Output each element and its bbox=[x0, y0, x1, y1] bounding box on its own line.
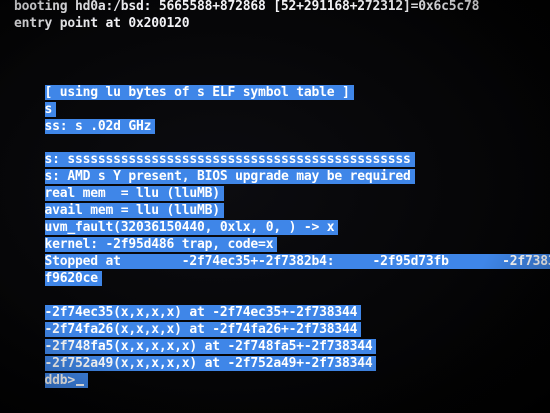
console-line-avail-mem: avail mem = llu (lluMB) bbox=[14, 185, 224, 218]
console-line-cpu-speed: ss: s .02d GHz bbox=[14, 101, 156, 134]
console-line-trace-2: -2f74fa26(x,x,x,x) at -2f74fa26+-2f73834… bbox=[14, 304, 362, 337]
console-line-uvm-fault: uvm_fault(32036150440, 0xlx, 0, ) -> x bbox=[14, 202, 339, 235]
console-line-bios-warning: s: AMD s Y present, BIOS upgrade may be … bbox=[14, 151, 415, 184]
console-line-trace-4: -2f752a49(x,x,x,x,x) at -2f752a49+-2f738… bbox=[14, 338, 377, 371]
ddb-prompt-line[interactable]: ddb> bbox=[14, 355, 89, 388]
console-line-symbol-table: [ using lu bytes of s ELF symbol table ] bbox=[14, 67, 354, 100]
console-line-cpu-string: s: sssssssssssssssssssssssssssssssssssss… bbox=[14, 134, 415, 167]
ddb-prompt: ddb> bbox=[44, 373, 89, 388]
console-line-s: s bbox=[14, 84, 57, 117]
console-line-continuation: f9620ce bbox=[14, 253, 102, 286]
console-line-trace-3: -2f748fa5(x,x,x,x,x) at -2f748fa5+-2f738… bbox=[14, 321, 377, 354]
highlighted-text: Stopped at -2f74ec35+-2f7382b4: -2f95d73… bbox=[44, 254, 550, 269]
highlighted-text: f9620ce bbox=[44, 271, 102, 286]
console-screen: booting hd0a:/bsd: 5665588+872868 [52+29… bbox=[0, 0, 550, 413]
entry-point-line: entry point at 0x200120 bbox=[14, 16, 190, 31]
text-cursor bbox=[76, 384, 85, 386]
highlighted-text: [ using lu bytes of s ELF symbol table ] bbox=[44, 85, 354, 100]
console-line-kernel-trap: kernel: -2f95d486 trap, code=x bbox=[14, 219, 278, 252]
console-line-trace-1: -2f74ec35(x,x,x,x) at -2f74ec35+-2f73834… bbox=[14, 287, 362, 320]
console-line-real-mem: real mem = llu (lluMB) bbox=[14, 168, 224, 201]
console-line-stopped-at: Stopped at -2f74ec35+-2f7382b4: -2f95d73… bbox=[14, 236, 550, 269]
highlighted-text: -2f752a49(x,x,x,x,x) at -2f752a49+-2f738… bbox=[44, 356, 377, 371]
highlighted-text: ss: s .02d GHz bbox=[44, 119, 156, 134]
boot-line: booting hd0a:/bsd: 5665588+872868 [52+29… bbox=[14, 0, 480, 14]
